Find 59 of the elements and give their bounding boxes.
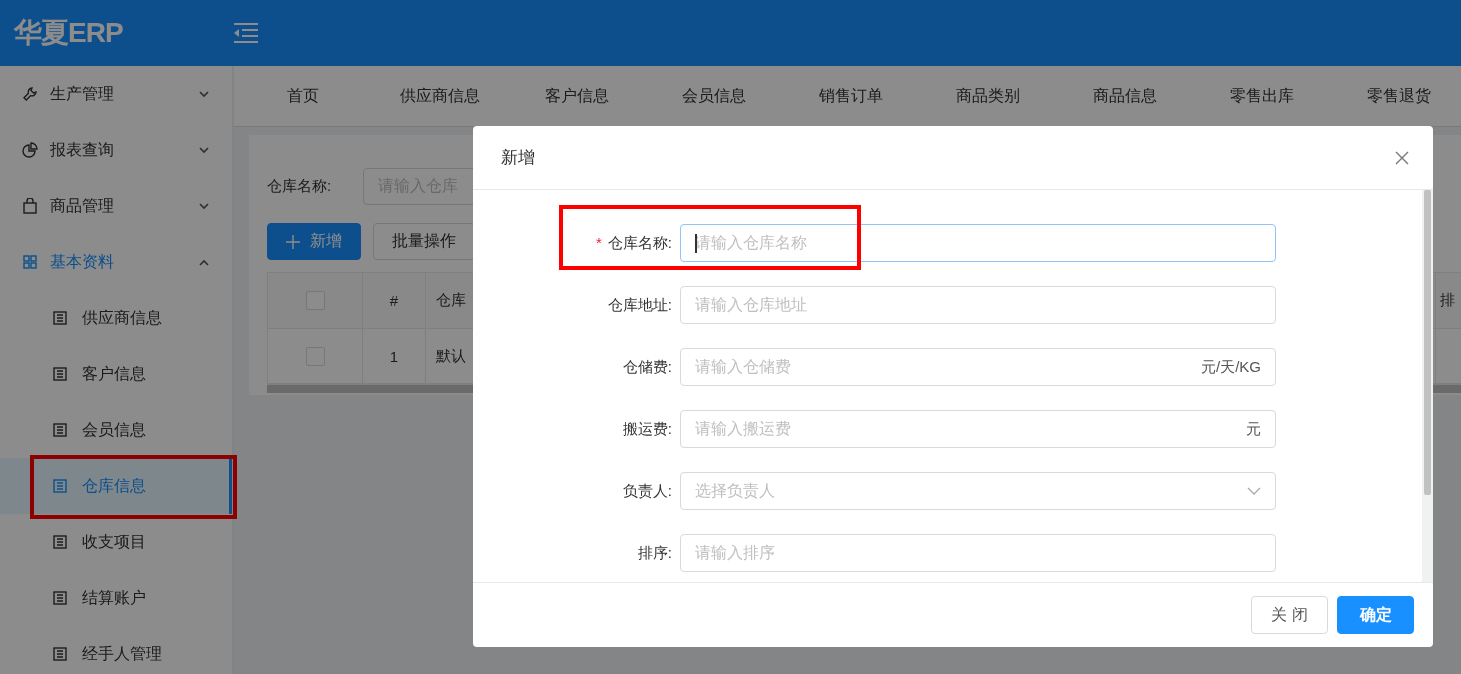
plus-icon: [286, 234, 300, 249]
wrench-icon: [22, 86, 38, 102]
sidebar-item[interactable]: 收支项目: [0, 514, 232, 570]
list-icon: [52, 478, 68, 494]
confirm-button[interactable]: 确定: [1337, 596, 1414, 634]
batch-button[interactable]: 批量操作: [373, 223, 475, 260]
sidebar-item[interactable]: 经手人管理: [0, 626, 232, 674]
nav-tab[interactable]: 客户信息: [508, 85, 645, 107]
field-label: 排序:: [637, 543, 672, 563]
scrollbar[interactable]: [1422, 190, 1433, 582]
chevron-icon: [198, 90, 210, 98]
column-header: 排: [1440, 291, 1455, 310]
list-icon: [52, 422, 68, 438]
nav-tab[interactable]: 销售订单: [782, 85, 919, 107]
nav-tab[interactable]: 商品类别: [919, 85, 1056, 107]
input-field[interactable]: 请输入仓储费 元/天/KG: [680, 348, 1276, 386]
app-logo: 华夏ERP: [12, 16, 124, 50]
modal-title: 新增: [501, 147, 535, 169]
chevron-icon: [1247, 487, 1261, 495]
sidebar-item[interactable]: 客户信息: [0, 346, 232, 402]
sidebar-group[interactable]: 生产管理: [0, 66, 232, 122]
chevron-icon: [198, 146, 210, 154]
field-label: 仓储费:: [622, 357, 672, 377]
grid-icon: [22, 254, 38, 270]
list-icon: [52, 366, 68, 382]
nav-tab[interactable]: 供应商信息: [371, 85, 508, 107]
required-mark: *: [596, 233, 602, 253]
column-header: 仓库: [436, 291, 466, 310]
sidebar-item[interactable]: 会员信息: [0, 402, 232, 458]
unit-suffix: 元: [1246, 419, 1261, 439]
list-icon: [52, 646, 68, 662]
input-field[interactable]: 请输入搬运费 元: [680, 410, 1276, 448]
field-label: 仓库地址:: [607, 295, 672, 315]
nav-tab[interactable]: 零售出库: [1193, 85, 1330, 107]
list-icon: [52, 590, 68, 606]
close-button[interactable]: 关 闭: [1251, 596, 1328, 634]
field-label: 负责人:: [622, 481, 672, 501]
close-icon[interactable]: [1395, 150, 1409, 165]
sidebar-item[interactable]: 供应商信息: [0, 290, 232, 346]
chevron-icon: [198, 202, 210, 210]
field-label: 仓库名称:: [607, 233, 672, 253]
chevron-icon: [198, 258, 210, 266]
search-label: 仓库名称:: [267, 176, 332, 196]
nav-tab[interactable]: 零售退货: [1330, 85, 1461, 107]
bag-icon: [22, 198, 38, 214]
nav-tab[interactable]: 会员信息: [645, 85, 782, 107]
unit-suffix: 元/天/KG: [1201, 357, 1261, 377]
sidebar-item[interactable]: 结算账户: [0, 570, 232, 626]
list-icon: [52, 310, 68, 326]
list-icon: [52, 534, 68, 550]
nav-tab[interactable]: 首页: [234, 85, 371, 107]
column-header: #: [389, 292, 399, 309]
nav-tab[interactable]: 商品信息: [1056, 85, 1193, 107]
sidebar-group[interactable]: 报表查询: [0, 122, 232, 178]
menu-fold-icon[interactable]: [234, 23, 258, 43]
table-cell: 1: [363, 329, 426, 383]
sidebar-group[interactable]: 商品管理: [0, 178, 232, 234]
pie-chart-icon: [22, 142, 38, 158]
field-label: 搬运费:: [622, 419, 672, 439]
